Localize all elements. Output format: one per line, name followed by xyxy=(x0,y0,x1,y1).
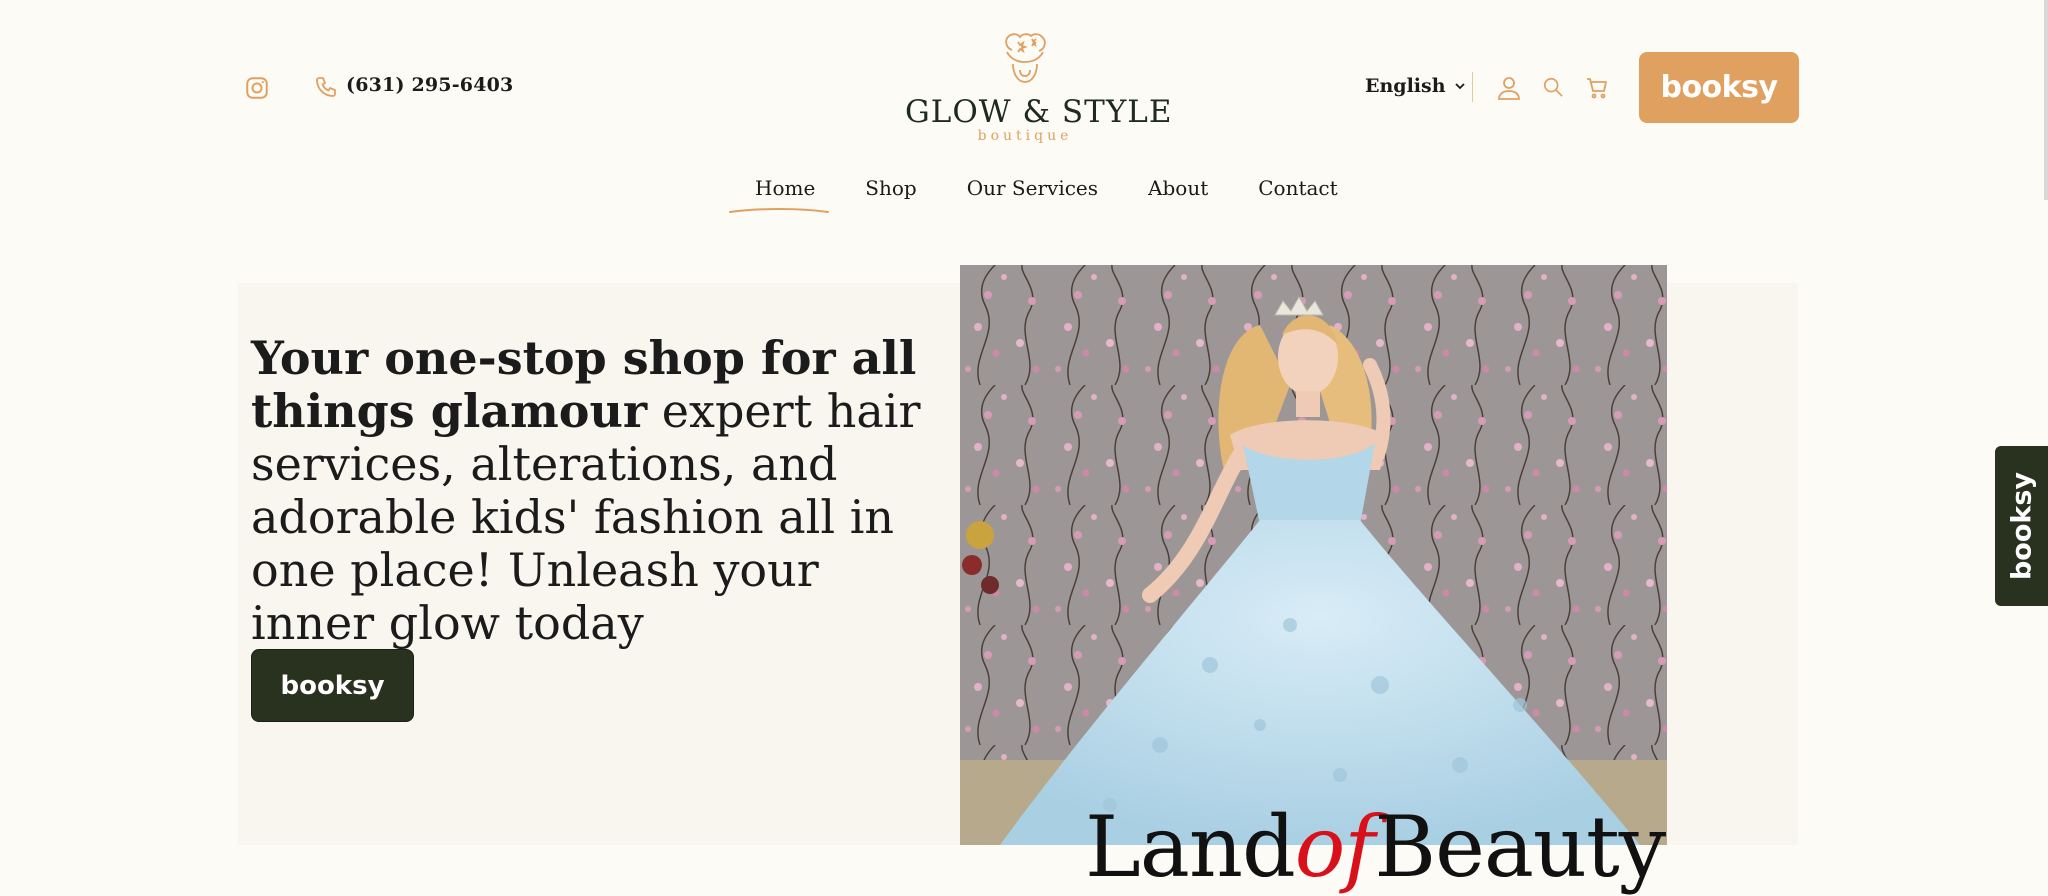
nav-item-about[interactable]: About xyxy=(1123,176,1233,200)
phone-number-link[interactable]: (631) 295-6403 xyxy=(346,74,513,96)
overlay-word-land: Land xyxy=(1085,798,1296,896)
nav-item-contact[interactable]: Contact xyxy=(1233,176,1362,200)
logo-subtitle: boutique xyxy=(977,128,1073,144)
hero-heading: Your one-stop shop for all things glamou… xyxy=(251,332,951,650)
instagram-icon[interactable] xyxy=(244,75,270,101)
search-icon[interactable] xyxy=(1542,76,1564,98)
logo-emblem-icon xyxy=(1005,33,1046,83)
overlay-word-beauty: Beauty xyxy=(1374,798,1666,896)
logo-name: GLOW & STYLE xyxy=(905,94,1173,130)
hero-photo-illustration xyxy=(960,265,1667,845)
nav-item-home[interactable]: Home xyxy=(730,176,840,200)
language-label: English xyxy=(1365,75,1446,97)
cart-icon[interactable] xyxy=(1585,76,1609,100)
nav-item-our-services[interactable]: Our Services xyxy=(942,176,1123,200)
header-divider xyxy=(1472,72,1473,102)
nav-item-shop[interactable]: Shop xyxy=(840,176,941,200)
main-nav: Home Shop Our Services About Contact xyxy=(730,176,1363,200)
nav-active-underline xyxy=(729,208,829,213)
overlay-word-of: of xyxy=(1294,798,1376,896)
booksy-side-tab[interactable]: booksy xyxy=(1995,446,2048,606)
side-tab-label: booksy xyxy=(2006,471,2037,581)
hero-image xyxy=(960,265,1667,845)
phone-icon[interactable] xyxy=(314,75,338,99)
user-icon[interactable] xyxy=(1497,75,1521,101)
language-selector[interactable]: English xyxy=(1365,75,1466,97)
site-logo[interactable]: GLOW & STYLE boutique xyxy=(905,24,1173,150)
booksy-booking-button[interactable]: booksy xyxy=(1639,52,1799,123)
chevron-down-icon xyxy=(1454,83,1465,90)
hero-image-overlay-text: LandofBeauty xyxy=(1085,798,1666,896)
hero-booksy-button[interactable]: booksy xyxy=(251,649,414,722)
scrollbar[interactable] xyxy=(2044,0,2048,200)
